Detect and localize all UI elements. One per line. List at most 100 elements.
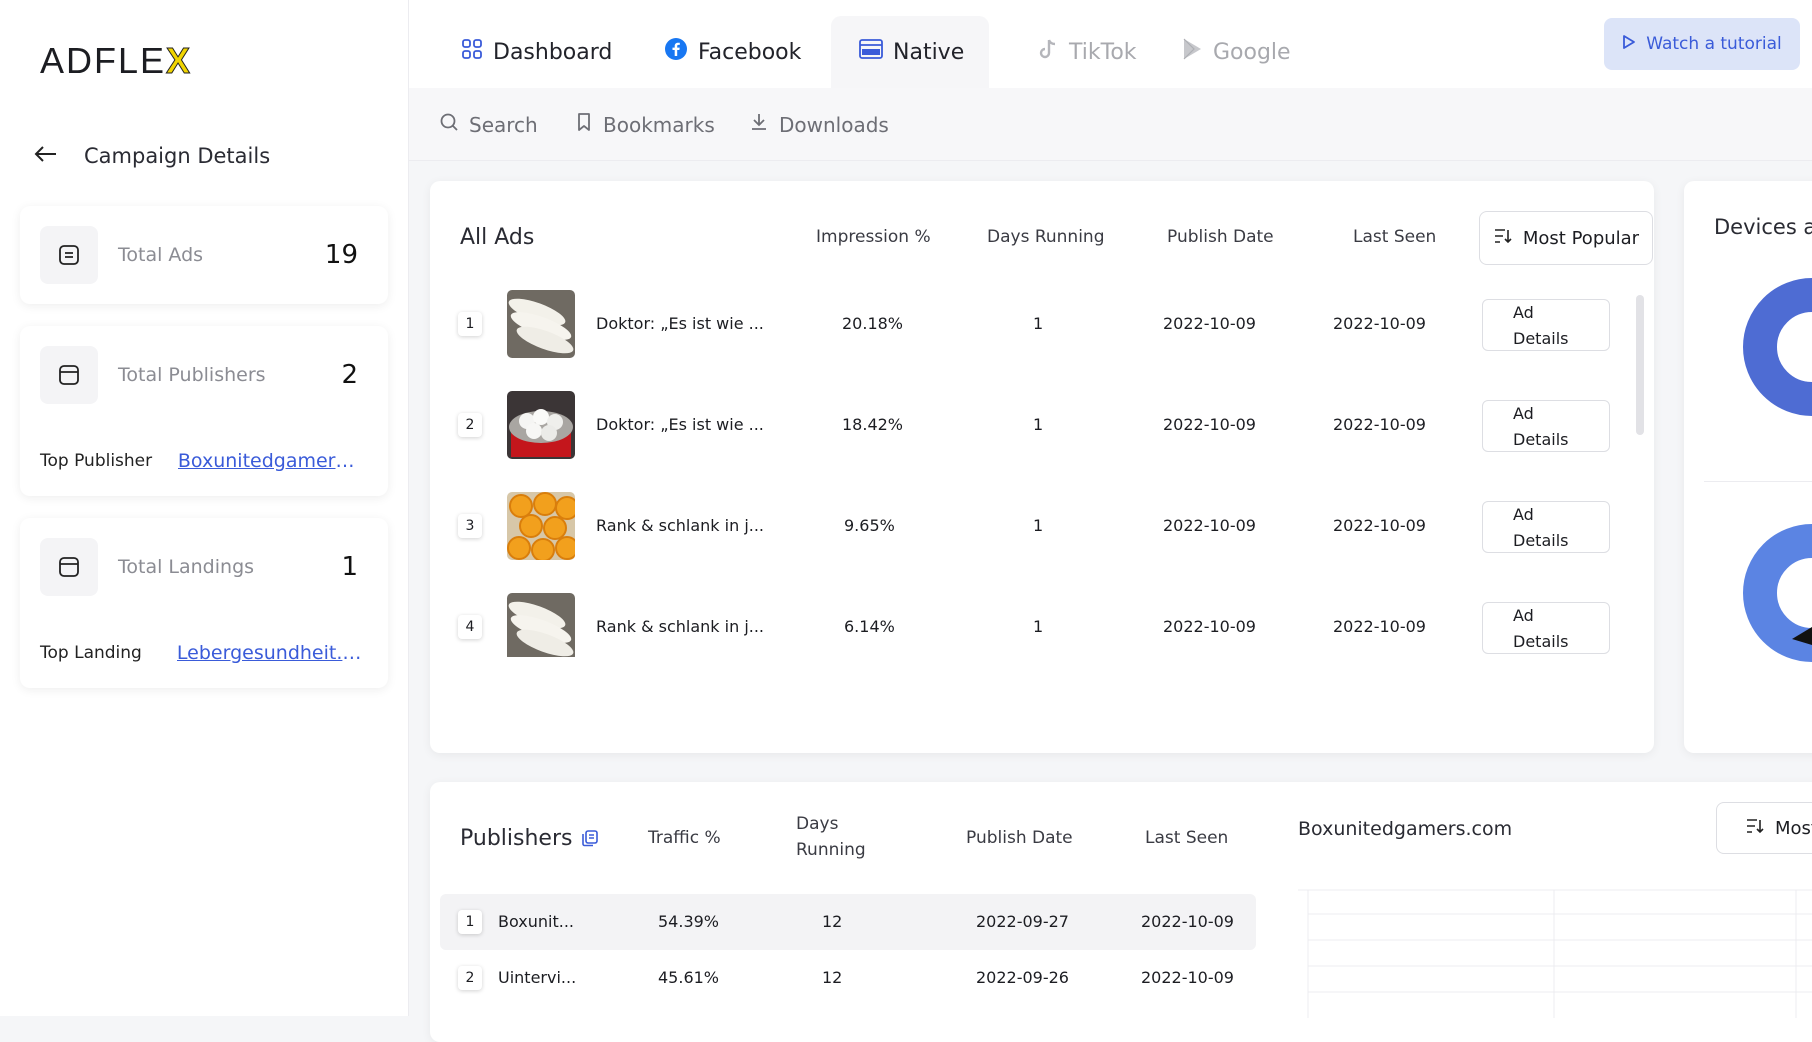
publisher-sort-label: Most	[1775, 817, 1812, 839]
search-icon	[439, 112, 459, 137]
days-running-column-header-line1[interactable]: Days	[796, 814, 838, 834]
top-landing-link[interactable]: Lebergesundheit.c...	[177, 642, 364, 664]
ad-publish-date: 2022-10-09	[1163, 617, 1256, 636]
top-landing-row: Top Landing Lebergesundheit.c...	[40, 642, 364, 664]
ad-row[interactable]: 1 Doktor: „Es ist wie ... 20.18% 1 2022-…	[430, 265, 1642, 366]
ad-last-seen: 2022-10-09	[1333, 617, 1426, 636]
sort-most-popular-button[interactable]: Most Popular	[1479, 211, 1653, 265]
ad-details-line2: Details	[1513, 632, 1569, 651]
row-number: 4	[458, 615, 482, 639]
grid-icon	[461, 38, 483, 66]
back-navigation[interactable]: Campaign Details	[34, 144, 270, 168]
publish-date-column-header[interactable]: Publish Date	[966, 828, 1073, 848]
adflex-logo[interactable]: ADFLEX	[40, 40, 192, 82]
ads-list-scrollbar[interactable]	[1636, 295, 1644, 435]
last-seen-column-header[interactable]: Last Seen	[1145, 828, 1228, 848]
ad-title: Rank & schlank in j...	[596, 617, 765, 636]
total-publishers-label: Total Publishers	[118, 364, 266, 386]
ad-publish-date: 2022-10-09	[1163, 314, 1256, 333]
publisher-row[interactable]: 1 Boxunit... 54.39% 12 2022-09-27 2022-1…	[440, 894, 1256, 950]
search-nav-item[interactable]: Search	[439, 112, 538, 137]
top-publisher-row: Top Publisher Boxunitedgamers....	[40, 450, 364, 472]
ad-days-running: 1	[1033, 415, 1044, 434]
last-seen-column-header[interactable]: Last Seen	[1353, 227, 1436, 247]
ad-title: Rank & schlank in j...	[596, 516, 765, 535]
copy-icon[interactable]	[580, 828, 600, 852]
bookmark-icon	[575, 112, 593, 137]
tab-google[interactable]: Google	[1153, 16, 1319, 88]
publisher-sort-button[interactable]: Most	[1716, 802, 1812, 854]
logo-main-text: ADFLE	[40, 40, 167, 81]
sort-icon	[1745, 817, 1765, 840]
ad-details-button[interactable]: Ad Details	[1482, 602, 1610, 654]
total-ads-value: 19	[324, 240, 358, 270]
sort-icon	[1493, 227, 1513, 250]
document-icon	[40, 226, 98, 284]
tab-tiktok[interactable]: TikTok	[1009, 16, 1165, 88]
publisher-detail-grid	[1298, 889, 1812, 1018]
tab-native-label: Native	[893, 39, 965, 65]
publisher-row[interactable]: 2 Uintervi... 45.61% 12 2022-09-26 2022-…	[440, 950, 1256, 1006]
tiktok-icon	[1037, 37, 1059, 67]
ad-details-line2: Details	[1513, 430, 1569, 449]
browser-icon	[40, 538, 98, 596]
ad-thumbnail[interactable]	[507, 492, 575, 560]
ad-title: Doktor: „Es ist wie ...	[596, 415, 764, 434]
days-running-column-header-line2[interactable]: Running	[796, 840, 866, 860]
search-nav-label: Search	[469, 112, 538, 137]
tab-dashboard[interactable]: Dashboard	[433, 16, 640, 88]
watch-tutorial-button[interactable]: Watch a tutorial	[1604, 18, 1800, 70]
tab-google-label: Google	[1213, 39, 1291, 65]
ad-thumbnail[interactable]	[507, 593, 575, 657]
publishers-title: Publishers	[460, 826, 573, 851]
ad-row[interactable]: 4 Rank & schlank in j... 6.14% 1 2022-10…	[430, 568, 1642, 657]
top-publisher-link[interactable]: Boxunitedgamers....	[178, 450, 364, 472]
ad-impression: 9.65%	[844, 516, 895, 535]
publisher-publish-date: 2022-09-26	[976, 968, 1069, 987]
ad-details-line2: Details	[1513, 531, 1569, 550]
ad-title: Doktor: „Es ist wie ...	[596, 314, 764, 333]
ad-publish-date: 2022-10-09	[1163, 415, 1256, 434]
ad-details-button[interactable]: Ad Details	[1482, 501, 1610, 553]
google-play-icon	[1181, 37, 1203, 67]
browser-icon	[40, 346, 98, 404]
ad-row[interactable]: 3 Rank & schlank in j... 9.65% 1 2022-10…	[430, 467, 1642, 568]
total-publishers-row: Total Publishers 2	[40, 346, 358, 404]
tab-facebook-label: Facebook	[698, 39, 802, 65]
top-landing-label: Top Landing	[40, 643, 142, 663]
top-publisher-label: Top Publisher	[40, 451, 153, 471]
ad-row[interactable]: 2 Doktor: „Es ist wie ... 18.42% 1 2022-…	[430, 366, 1642, 467]
publishers-panel: Publishers Traffic % Days Running Publis…	[430, 782, 1812, 1042]
ad-last-seen: 2022-10-09	[1333, 516, 1426, 535]
ad-last-seen: 2022-10-09	[1333, 415, 1426, 434]
ad-details-button[interactable]: Ad Details	[1482, 299, 1610, 351]
publish-date-column-header[interactable]: Publish Date	[1167, 227, 1274, 247]
sub-navigation: Search Bookmarks Downloads	[409, 88, 1812, 161]
ad-details-button[interactable]: Ad Details	[1482, 400, 1610, 452]
total-landings-label: Total Landings	[118, 556, 255, 578]
ad-details-line1: Ad	[1513, 505, 1534, 524]
row-number: 1	[458, 312, 482, 336]
impression-column-header[interactable]: Impression %	[816, 227, 931, 247]
ads-list: 1 Doktor: „Es ist wie ... 20.18% 1 2022-…	[430, 265, 1642, 657]
bookmarks-nav-item[interactable]: Bookmarks	[575, 112, 715, 137]
devices-donut-chart	[1743, 524, 1812, 662]
tab-facebook[interactable]: Facebook	[636, 16, 829, 88]
publisher-days: 12	[822, 968, 843, 987]
tab-native[interactable]: Native	[831, 16, 989, 88]
sort-label: Most Popular	[1522, 227, 1640, 249]
traffic-column-header[interactable]: Traffic %	[648, 828, 721, 848]
tab-dashboard-label: Dashboard	[493, 39, 613, 65]
ad-days-running: 1	[1033, 617, 1044, 636]
ad-thumbnail[interactable]	[507, 290, 575, 358]
total-ads-label: Total Ads	[118, 244, 204, 266]
ad-thumbnail[interactable]	[507, 391, 575, 459]
facebook-icon	[664, 37, 688, 67]
days-running-column-header[interactable]: Days Running	[987, 227, 1105, 247]
ad-publish-date: 2022-10-09	[1163, 516, 1256, 535]
publisher-detail-title: Boxunitedgamers.com	[1298, 818, 1513, 840]
downloads-nav-item[interactable]: Downloads	[749, 112, 889, 137]
arrow-left-icon[interactable]	[34, 144, 58, 168]
total-landings-card: Total Landings 1 Top Landing Lebergesund…	[20, 518, 388, 688]
publisher-days: 12	[822, 912, 843, 931]
